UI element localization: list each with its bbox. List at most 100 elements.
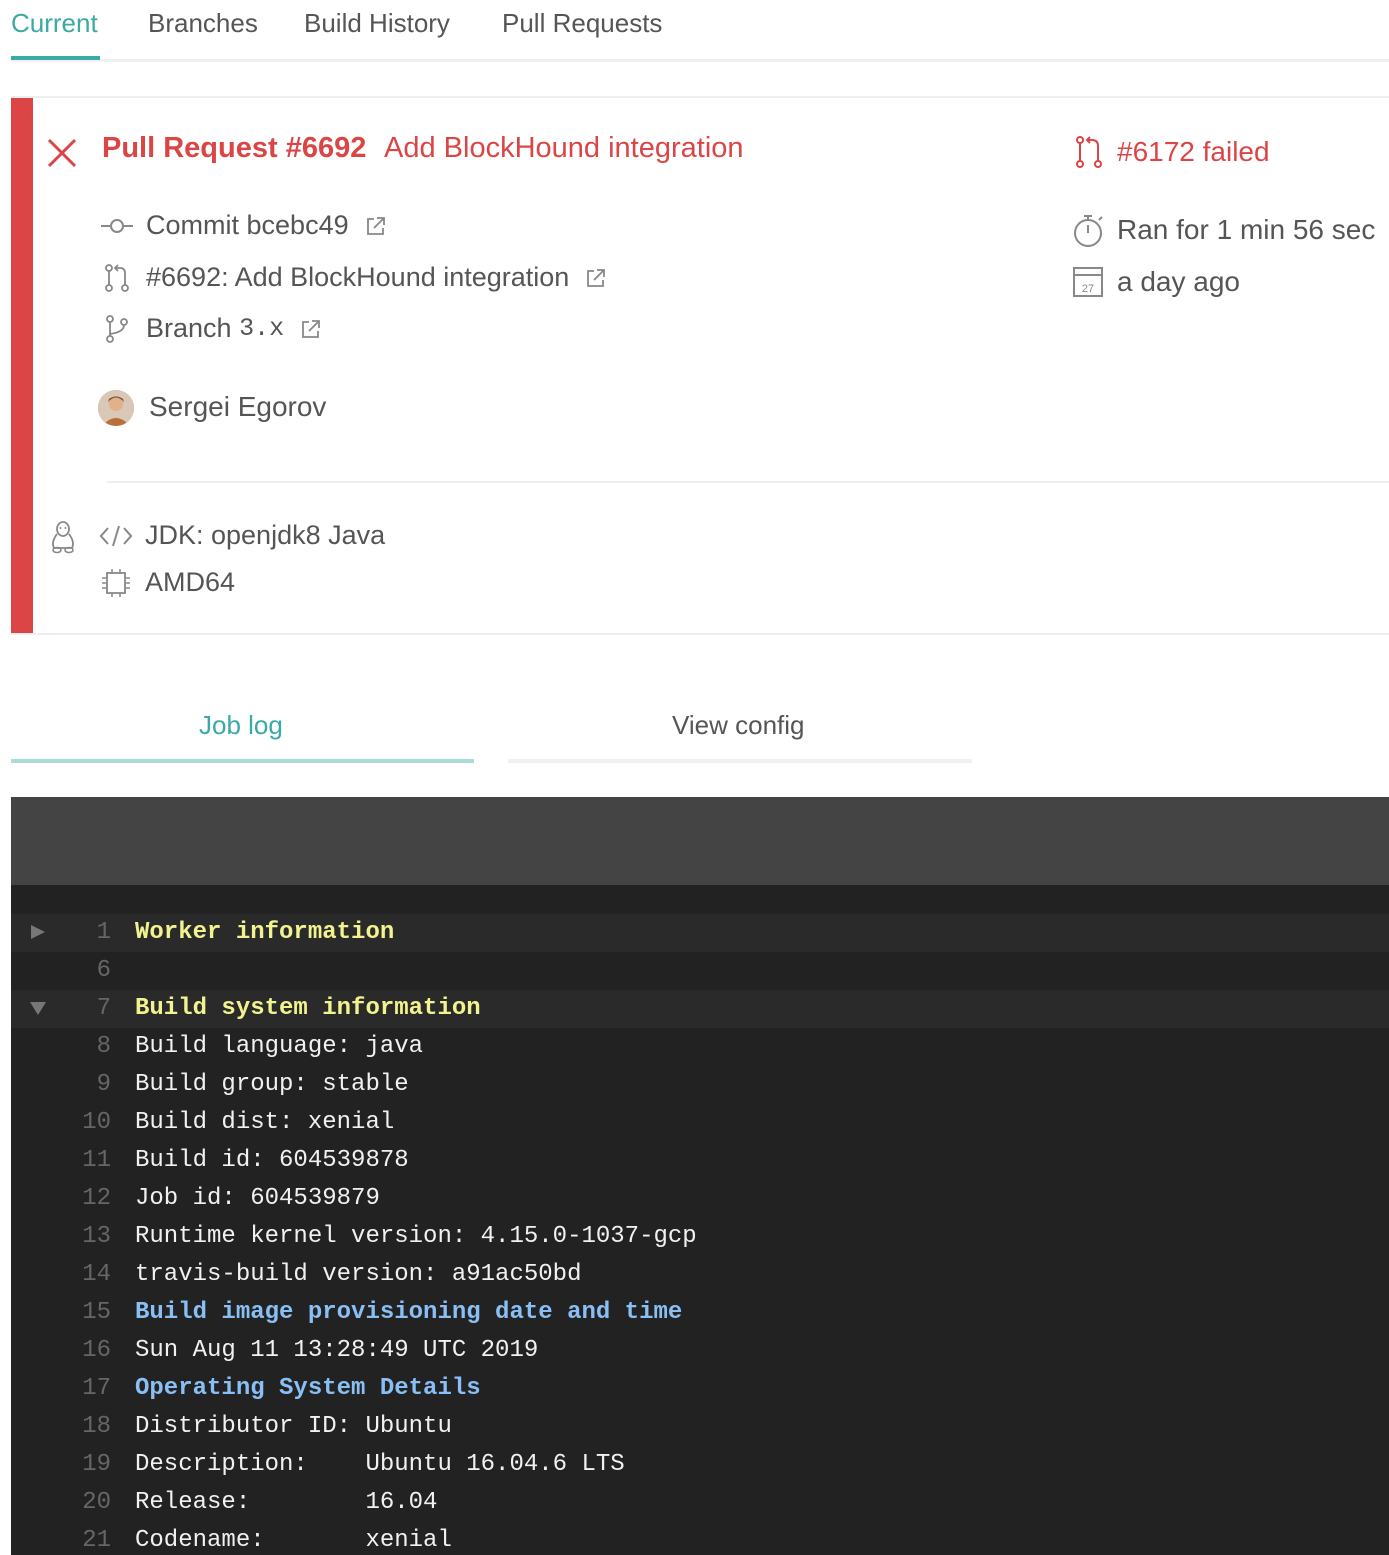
log-line-number[interactable]: 17 xyxy=(11,1370,111,1408)
log-line-text: Build id: 604539878 xyxy=(135,1147,409,1174)
author-name: Sergei Egorov xyxy=(149,391,327,422)
build-number-row[interactable]: #6172 failed xyxy=(1071,134,1270,170)
log-line: 8 Build language: java xyxy=(11,1028,1389,1066)
pull-request-link[interactable]: #6692: Add BlockHound integration xyxy=(146,262,569,293)
failed-x-icon xyxy=(47,138,77,168)
arch-row: AMD64 xyxy=(99,567,235,598)
branch-icon xyxy=(106,314,128,343)
jdk-version: JDK: openjdk8 Java xyxy=(145,520,386,550)
log-line: 15 Build image provisioning date and time xyxy=(11,1294,1389,1332)
external-link-icon[interactable] xyxy=(365,215,387,237)
log-line-text: Release: 16.04 xyxy=(135,1489,438,1516)
log-line-text: Build system information xyxy=(135,995,481,1022)
log-line: 16 Sun Aug 11 13:28:49 UTC 2019 xyxy=(11,1332,1389,1370)
log-line-number[interactable]: 13 xyxy=(11,1218,111,1256)
commit-sha[interactable]: bcebc49 xyxy=(247,210,349,241)
cpu-icon xyxy=(102,568,130,597)
log-line-number[interactable]: 15 xyxy=(11,1294,111,1332)
log-line-number[interactable]: 18 xyxy=(11,1408,111,1446)
log-line-number[interactable]: 12 xyxy=(11,1180,111,1218)
log-line-number[interactable]: 6 xyxy=(11,952,111,990)
log-line-text: Build group: stable xyxy=(135,1071,409,1098)
tab-branches[interactable]: Branches xyxy=(148,8,258,39)
log-line: 13 Runtime kernel version: 4.15.0-1037-gc… xyxy=(11,1218,1389,1256)
log-line: 11 Build id: 604539878 xyxy=(11,1142,1389,1180)
log-line-number[interactable]: 19 xyxy=(11,1446,111,1484)
architecture: AMD64 xyxy=(145,567,236,597)
log-line-text: Build language: java xyxy=(135,1033,424,1060)
duration-row: Ran for 1 min 56 sec xyxy=(1071,212,1375,248)
commit-label: Commit xyxy=(146,210,239,240)
log-line-number[interactable]: 11 xyxy=(11,1142,111,1180)
log-line-text: Sun Aug 11 13:28:49 UTC 2019 xyxy=(135,1337,539,1364)
status-stripe xyxy=(11,98,33,633)
log-line: 21 Codename: xenial xyxy=(11,1522,1389,1555)
calendar-icon: 27 xyxy=(1073,267,1103,297)
duration: Ran for 1 min 56 sec xyxy=(1117,214,1376,245)
log-line-number[interactable]: 1 xyxy=(11,914,111,952)
calendar-day: 27 xyxy=(1082,283,1094,295)
log-lines: 1 Worker information 6 7 Build system inform… xyxy=(11,914,1389,1555)
log-line-number[interactable]: 16 xyxy=(11,1332,111,1370)
log-line: 20 Release: 16.04 xyxy=(11,1484,1389,1522)
tab-view-config[interactable]: View config xyxy=(672,710,805,741)
repo-tabs: Current Branches Build History Pull Requ… xyxy=(11,0,1389,62)
log-line-text: travis-build version: a91ac50bd xyxy=(135,1261,582,1288)
log-line-number[interactable]: 21 xyxy=(11,1522,111,1555)
log-line-number[interactable]: 10 xyxy=(11,1104,111,1142)
tab-job-log[interactable]: Job log xyxy=(199,710,283,741)
log-line: 6 xyxy=(11,952,1389,990)
branch-name[interactable]: 3.x xyxy=(239,314,284,343)
log-line: 9 Build group: stable xyxy=(11,1066,1389,1104)
jdk-row: JDK: openjdk8 Java xyxy=(99,520,385,551)
log-line-text: Worker information xyxy=(135,919,395,946)
finished-row: 27 a day ago xyxy=(1071,264,1240,300)
stopwatch-icon xyxy=(1074,215,1103,247)
commit-message: Add BlockHound integration xyxy=(384,132,744,164)
active-tab-indicator xyxy=(11,56,100,60)
log-line-number[interactable]: 7 xyxy=(11,990,111,1028)
job-log: 1 Worker information 6 7 Build system inform… xyxy=(11,797,1389,1555)
log-line-text: Job id: 604539879 xyxy=(135,1185,380,1212)
pull-request-icon xyxy=(105,263,129,292)
tab-build-history[interactable]: Build History xyxy=(304,8,450,39)
log-line: 19 Description: Ubuntu 16.04.6 LTS xyxy=(11,1446,1389,1484)
view-config-tab-indicator xyxy=(508,759,972,763)
external-link-icon[interactable] xyxy=(585,267,607,289)
log-line-number[interactable]: 9 xyxy=(11,1066,111,1104)
log-line-text: Build image provisioning date and time xyxy=(135,1299,683,1326)
log-line-number[interactable]: 8 xyxy=(11,1028,111,1066)
log-line: 10 Build dist: xenial xyxy=(11,1104,1389,1142)
build-summary-card: Pull Request #6692 Add BlockHound integr… xyxy=(11,96,1389,635)
log-line-text: Build dist: xenial xyxy=(135,1109,395,1136)
log-line: 14 travis-build version: a91ac50bd xyxy=(11,1256,1389,1294)
log-fold-line[interactable]: 7 Build system information xyxy=(11,990,1389,1028)
log-toolbar xyxy=(11,797,1389,885)
commit-icon xyxy=(101,218,133,233)
avatar xyxy=(98,390,134,426)
finished-time: a day ago xyxy=(1117,266,1240,297)
branch-row: Branch 3.x xyxy=(100,313,322,344)
log-line-text: Codename: xenial xyxy=(135,1527,452,1554)
log-line-text: Runtime kernel version: 4.15.0-1037-gcp xyxy=(135,1223,697,1250)
pull-request-icon xyxy=(1076,136,1102,168)
log-line-text: Distributor ID: Ubuntu xyxy=(135,1413,452,1440)
log-line: 17 Operating System Details xyxy=(11,1370,1389,1408)
build-number[interactable]: #6172 failed xyxy=(1117,136,1270,168)
linux-icon xyxy=(52,521,74,554)
log-line: 12 Job id: 604539879 xyxy=(11,1180,1389,1218)
log-line-number[interactable]: 20 xyxy=(11,1484,111,1522)
code-icon xyxy=(99,525,133,546)
log-line-text: Operating System Details xyxy=(135,1375,481,1402)
external-link-icon[interactable] xyxy=(300,318,322,340)
pull-request-row: #6692: Add BlockHound integration xyxy=(100,262,607,293)
tab-current[interactable]: Current xyxy=(11,8,98,39)
log-fold-line[interactable]: 1 Worker information xyxy=(11,914,1389,952)
pull-request-title[interactable]: Pull Request #6692 xyxy=(102,132,366,165)
log-line-text: Description: Ubuntu 16.04.6 LTS xyxy=(135,1451,625,1478)
tab-pull-requests[interactable]: Pull Requests xyxy=(502,8,662,39)
commit-row: Commit bcebc49 xyxy=(100,210,387,241)
log-line-number[interactable]: 14 xyxy=(11,1256,111,1294)
card-divider xyxy=(107,481,1389,483)
log-line: 18 Distributor ID: Ubuntu xyxy=(11,1408,1389,1446)
